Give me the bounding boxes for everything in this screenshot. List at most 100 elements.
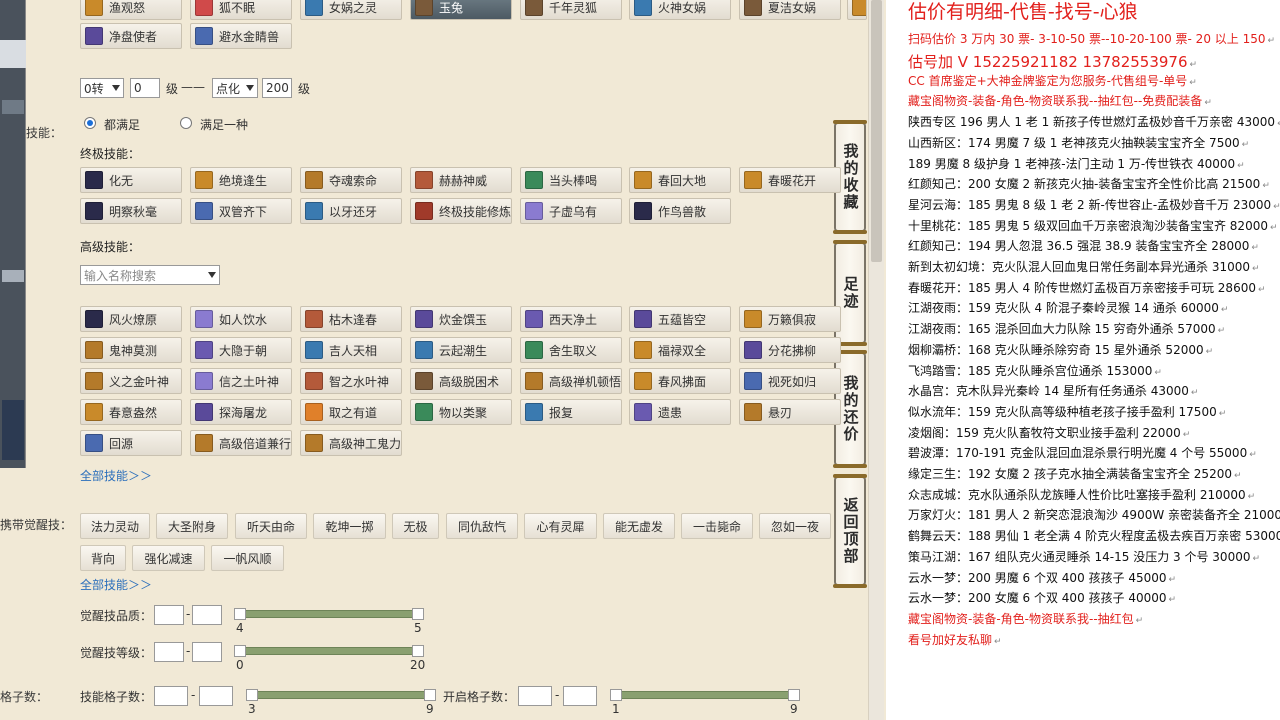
ultimate-skill-button[interactable]: 春回大地 xyxy=(629,167,731,193)
slider-max-handle[interactable] xyxy=(412,608,424,620)
awaken-skill-button[interactable]: 能无虚发 xyxy=(603,513,675,539)
slider-min-handle[interactable] xyxy=(234,608,246,620)
awaken-skill-button[interactable]: 一帆风顺 xyxy=(211,545,284,571)
slider-min-handle[interactable] xyxy=(246,689,258,701)
ultimate-skill-button[interactable]: 明察秋毫 xyxy=(80,198,182,224)
ultimate-skill-button[interactable]: 当头棒喝 xyxy=(520,167,622,193)
ultimate-skill-button[interactable]: 子虚乌有 xyxy=(520,198,622,224)
skill-search-input[interactable]: 输入名称搜索 xyxy=(80,265,220,285)
beast-button[interactable]: 避水金睛兽 xyxy=(190,23,292,49)
ultimate-skill-button[interactable]: 双管齐下 xyxy=(190,198,292,224)
advanced-skill-button[interactable]: 春意盎然 xyxy=(80,399,182,425)
awaken-skill-button[interactable]: 强化减速 xyxy=(132,545,205,571)
awaken-quality-min-input[interactable] xyxy=(154,605,184,625)
slider-max-handle[interactable] xyxy=(788,689,800,701)
skill-slots-slider[interactable] xyxy=(252,691,430,699)
level-max-input[interactable]: 200 xyxy=(262,78,292,98)
advanced-skill-button[interactable]: 义之金叶神 xyxy=(80,368,182,394)
advanced-skill-button[interactable]: 春风拂面 xyxy=(629,368,731,394)
advanced-skill-button[interactable]: 大隐于朝 xyxy=(190,337,292,363)
beast-button[interactable]: 千年灵狐 xyxy=(520,0,622,20)
awaken-skill-button[interactable]: 忽如一夜 xyxy=(759,513,831,539)
scrollbar-thumb[interactable] xyxy=(871,0,882,262)
advanced-skill-button[interactable]: 悬刃 xyxy=(739,399,841,425)
advanced-skill-button[interactable]: 风火燎原 xyxy=(80,306,182,332)
advanced-skill-button[interactable]: 枯木逢春 xyxy=(300,306,402,332)
advanced-skill-button[interactable]: 分花拂柳 xyxy=(739,337,841,363)
advanced-skill-button[interactable]: 信之土叶神 xyxy=(190,368,292,394)
advanced-skill-button[interactable]: 西天净土 xyxy=(520,306,622,332)
beast-button[interactable]: 净盘使者 xyxy=(80,23,182,49)
all-awaken-skills-link[interactable]: 全部技能＞＞ xyxy=(80,576,152,593)
awaken-level-slider[interactable] xyxy=(240,647,418,655)
ultimate-skill-button[interactable]: 化无 xyxy=(80,167,182,193)
advanced-skill-button[interactable]: 取之有道 xyxy=(300,399,402,425)
advanced-skill-button[interactable]: 视死如归 xyxy=(739,368,841,394)
level-mode-select[interactable]: 点化 xyxy=(212,78,258,98)
ultimate-skill-button[interactable]: 绝境逢生 xyxy=(190,167,292,193)
awaken-skill-button[interactable]: 一击毙命 xyxy=(681,513,753,539)
advanced-skill-button[interactable]: 高级脱困术 xyxy=(410,368,512,394)
open-slots-max-input[interactable] xyxy=(563,686,597,706)
match-all-radio[interactable] xyxy=(84,117,96,129)
advanced-skill-button[interactable]: 高级神工鬼力 xyxy=(300,430,402,456)
skill-slots-min-input[interactable] xyxy=(154,686,188,706)
open-slots-min-input[interactable] xyxy=(518,686,552,706)
ultimate-skill-button[interactable]: 作鸟兽散 xyxy=(629,198,731,224)
side-tab-back-to-top[interactable]: 返回顶部 xyxy=(833,474,867,588)
awaken-skill-button[interactable]: 大圣附身 xyxy=(156,513,228,539)
advanced-skill-button[interactable]: 遗患 xyxy=(629,399,731,425)
advanced-skill-button[interactable]: 报复 xyxy=(520,399,622,425)
advanced-skill-button[interactable]: 高级倍道兼行 xyxy=(190,430,292,456)
page-scrollbar[interactable] xyxy=(868,0,884,720)
open-slots-slider[interactable] xyxy=(616,691,794,699)
awaken-quality-slider[interactable] xyxy=(240,610,418,618)
advanced-skill-button[interactable]: 万籁俱寂 xyxy=(739,306,841,332)
slider-min-handle[interactable] xyxy=(234,645,246,657)
slider-min-handle[interactable] xyxy=(610,689,622,701)
awaken-skill-button[interactable]: 无极 xyxy=(392,513,439,539)
advanced-skill-button[interactable]: 福禄双全 xyxy=(629,337,731,363)
beast-button[interactable]: 玉兔 xyxy=(410,0,512,20)
advanced-skill-button[interactable]: 舍生取义 xyxy=(520,337,622,363)
advanced-skill-button[interactable]: 吉人天相 xyxy=(300,337,402,363)
beast-button[interactable]: 渔观怒 xyxy=(80,0,182,20)
beast-button-overflow[interactable] xyxy=(847,0,867,20)
slider-max-handle[interactable] xyxy=(412,645,424,657)
ultimate-skill-button[interactable]: 终极技能修炼 xyxy=(410,198,512,224)
all-skills-link[interactable]: 全部技能＞＞ xyxy=(80,467,152,484)
awaken-level-label: 觉醒技等级： xyxy=(80,646,153,660)
awaken-skill-button[interactable]: 乾坤一掷 xyxy=(313,513,386,539)
awaken-level-min-input[interactable] xyxy=(154,642,184,662)
awaken-skill-button[interactable]: 心有灵犀 xyxy=(524,513,597,539)
awaken-skill-button[interactable]: 背向 xyxy=(80,545,126,571)
slider-max-handle[interactable] xyxy=(424,689,436,701)
advanced-skill-button[interactable]: 鬼神莫测 xyxy=(80,337,182,363)
skill-slots-max-input[interactable] xyxy=(199,686,233,706)
advanced-skill-button[interactable]: 炊金馔玉 xyxy=(410,306,512,332)
awaken-level-max-input[interactable] xyxy=(192,642,222,662)
awaken-skill-button[interactable]: 同仇敌忾 xyxy=(446,513,518,539)
advanced-skill-button[interactable]: 云起潮生 xyxy=(410,337,512,363)
ultimate-skill-button[interactable]: 赫赫神威 xyxy=(410,167,512,193)
beast-button[interactable]: 女娲之灵 xyxy=(300,0,402,20)
ultimate-skill-button[interactable]: 以牙还牙 xyxy=(300,198,402,224)
advanced-skill-button[interactable]: 如人饮水 xyxy=(190,306,292,332)
beast-button[interactable]: 火神女娲 xyxy=(629,0,731,20)
advanced-skill-button[interactable]: 五蕴皆空 xyxy=(629,306,731,332)
match-any-radio[interactable] xyxy=(180,117,192,129)
advanced-skill-button[interactable]: 探海屠龙 xyxy=(190,399,292,425)
ultimate-skill-button[interactable]: 夺魂索命 xyxy=(300,167,402,193)
beast-button[interactable]: 夏洁女娲 xyxy=(739,0,841,20)
advanced-skill-button[interactable]: 物以类聚 xyxy=(410,399,512,425)
awaken-skill-button[interactable]: 法力灵动 xyxy=(80,513,150,539)
awaken-skill-button[interactable]: 听天由命 xyxy=(235,513,307,539)
advanced-skill-button[interactable]: 高级禅机顿悟 xyxy=(520,368,622,394)
beast-button[interactable]: 狐不眠 xyxy=(190,0,292,20)
ultimate-skill-button[interactable]: 春暖花开 xyxy=(739,167,841,193)
reincarnation-select[interactable]: 0转 xyxy=(80,78,124,98)
advanced-skill-button[interactable]: 回源 xyxy=(80,430,182,456)
advanced-skill-button[interactable]: 智之水叶神 xyxy=(300,368,402,394)
awaken-quality-max-input[interactable] xyxy=(192,605,222,625)
level-min-input[interactable]: 0 xyxy=(130,78,160,98)
